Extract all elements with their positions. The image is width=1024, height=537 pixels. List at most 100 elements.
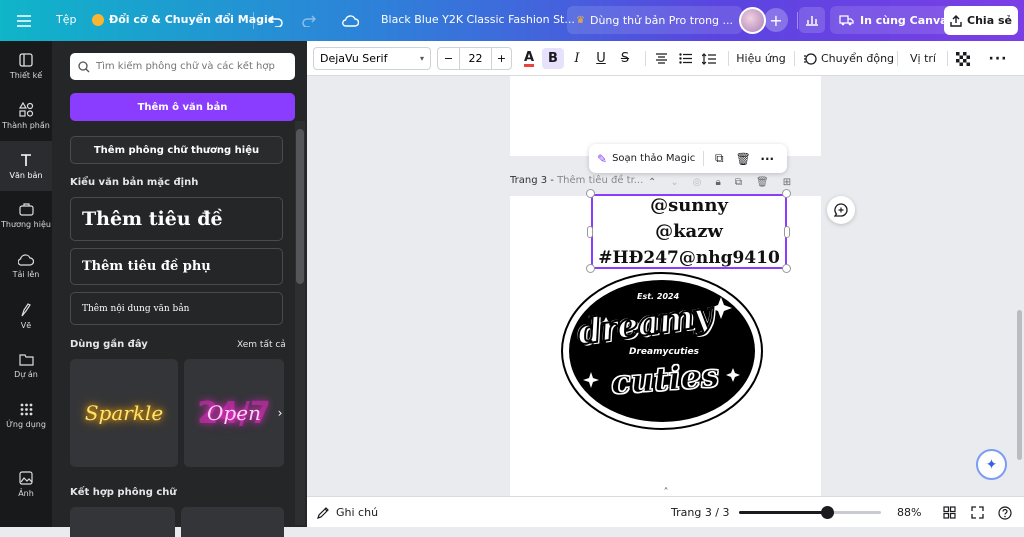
dreamy-cuties-logo[interactable]: Est. 2024 dreamy Dreamycuties cuties (561, 272, 763, 430)
position-button[interactable]: Vị trí (905, 41, 941, 76)
delete-element-button[interactable]: 🗑︎ (731, 152, 755, 166)
font-family-dropdown[interactable]: DejaVu Serif ▾ (313, 47, 431, 70)
add-collaborator-button[interactable]: + (764, 8, 788, 32)
font-search[interactable] (70, 53, 295, 80)
pro-trial-button[interactable]: ♛ Dùng thử bản Pro trong ... (567, 6, 743, 34)
resize-handle[interactable] (782, 189, 791, 198)
rail-item-design[interactable]: Thiết kế (0, 41, 52, 91)
notes-button[interactable]: Ghi chú (317, 497, 378, 528)
animate-button[interactable]: Chuyển động (803, 41, 894, 76)
recent-font-open[interactable]: 24/7 Open (184, 359, 284, 467)
add-heading-card[interactable]: Thêm tiêu đề (70, 197, 283, 241)
page-number-label: Trang 3 - (510, 175, 558, 186)
align-button[interactable] (650, 41, 672, 76)
rail-item-photos[interactable]: Ảnh (0, 459, 52, 509)
add-comment-button[interactable] (827, 196, 855, 224)
rail-item-apps[interactable]: Ứng dụng (0, 391, 52, 441)
transparency-button[interactable] (953, 41, 973, 76)
rail-item-elements[interactable]: Thành phần (0, 91, 52, 141)
text-color-button[interactable]: A (518, 41, 540, 76)
zoom-slider[interactable] (739, 506, 881, 519)
underline-icon: U (596, 51, 606, 66)
avatar[interactable] (739, 7, 766, 34)
cloud-save-button[interactable] (339, 11, 361, 31)
truck-icon (839, 14, 854, 25)
duplicate-element-button[interactable]: ⧉ (707, 151, 731, 166)
page-counter[interactable]: Trang 3 / 3 (671, 497, 730, 528)
canvas-scrollbar[interactable] (1017, 310, 1022, 460)
delete-page-icon[interactable]: 🗑︎ (756, 177, 769, 188)
divider (645, 51, 646, 66)
add-textbox-button[interactable]: Thêm ô văn bản (70, 93, 295, 121)
notes-icon (317, 507, 329, 519)
document-title[interactable]: Black Blue Y2K Classic Fashion St... (381, 13, 575, 26)
resize-handle[interactable] (586, 189, 595, 198)
strikethrough-button[interactable]: S (614, 41, 636, 76)
combo-thumb[interactable] (70, 507, 175, 537)
share-button[interactable]: Chia sẻ (944, 6, 1018, 35)
increase-size-button[interactable]: + (491, 48, 511, 69)
font-size-value[interactable]: 22 (460, 48, 491, 69)
add-page-icon[interactable]: ⊞ (783, 177, 791, 188)
rail-item-text[interactable]: Văn bản (0, 141, 52, 191)
bar-chart-icon (806, 16, 818, 26)
effects-button[interactable]: Hiệu ứng (735, 41, 787, 76)
fullscreen-button[interactable] (971, 497, 984, 528)
side-rail: Thiết kế Thành phần Văn bản Thương hiệu … (0, 41, 52, 527)
crown-icon (92, 13, 104, 26)
duplicate-page-icon[interactable]: ⧉ (735, 177, 742, 188)
add-subheading-card[interactable]: Thêm tiêu đề phụ (70, 248, 283, 285)
page-up-icon[interactable]: ⌃ (648, 177, 656, 188)
rail-item-projects[interactable]: Dự án (0, 341, 52, 391)
insights-button[interactable] (799, 7, 825, 33)
combo-thumb[interactable] (181, 507, 284, 537)
resize-handle[interactable] (784, 226, 790, 238)
decrease-size-button[interactable]: − (438, 48, 460, 69)
rail-item-draw[interactable]: Vẽ (0, 291, 52, 341)
italic-button[interactable]: I (566, 41, 588, 76)
crown-icon: ♛ (576, 14, 585, 26)
resize-handle[interactable] (587, 226, 593, 238)
spacing-button[interactable] (698, 41, 720, 76)
font-family-value: DejaVu Serif (320, 52, 388, 65)
underline-button[interactable]: U (590, 41, 612, 76)
rail-label: Thương hiệu (1, 220, 51, 229)
text-toolbar: DejaVu Serif ▾ − 22 + A B I U S Hiệu ứng… (307, 41, 1024, 76)
add-brand-font-button[interactable]: Thêm phông chữ thương hiệu (70, 136, 283, 164)
zoom-value[interactable]: 88% (897, 497, 921, 528)
hide-page-icon[interactable]: ◎ (693, 177, 702, 188)
help-button[interactable] (998, 497, 1012, 528)
page-down-icon[interactable]: ⌄ (670, 177, 678, 188)
undo-button[interactable] (266, 11, 286, 31)
expand-icon (971, 506, 984, 519)
bold-button[interactable]: B (542, 48, 564, 69)
add-body-card[interactable]: Thêm nội dung văn bản (70, 292, 283, 325)
zoom-slider-thumb[interactable] (821, 506, 835, 519)
magic-assistant-button[interactable]: ✦ (976, 449, 1007, 480)
resize-handle[interactable] (782, 264, 791, 273)
recent-font-sparkle[interactable]: Sparkle (70, 359, 178, 467)
magic-resize-button[interactable]: Đổi cỡ & Chuyển đổi Magic (92, 13, 274, 26)
redo-button[interactable] (299, 11, 319, 31)
print-button[interactable]: In cùng Canva (830, 6, 957, 34)
more-options-button[interactable]: ··· (987, 41, 1009, 76)
undo-icon (269, 15, 283, 27)
element-more-button[interactable]: ··· (755, 152, 779, 166)
list-button[interactable] (674, 41, 696, 76)
divider (703, 151, 705, 166)
page-title-input[interactable]: Thêm tiêu đề tr... (557, 175, 643, 186)
file-menu[interactable]: Tệp (56, 13, 76, 26)
rail-item-uploads[interactable]: Tải lên (0, 241, 52, 291)
panel-scrollbar[interactable] (296, 129, 304, 284)
rail-item-brand[interactable]: Thương hiệu (0, 191, 52, 241)
carousel-next-button[interactable]: › (272, 403, 288, 423)
font-search-input[interactable] (96, 61, 286, 72)
folder-icon (18, 354, 34, 366)
rail-label: Vẽ (20, 320, 32, 330)
grid-view-button[interactable] (943, 497, 956, 528)
see-all-link[interactable]: Xem tất cả (237, 340, 286, 350)
font-size-stepper[interactable]: − 22 + (437, 47, 512, 70)
lock-icon[interactable]: 🔒︎ (716, 177, 721, 188)
menu-button[interactable] (14, 12, 34, 30)
magic-write-button[interactable]: ✎ Soạn thảo Magic (589, 144, 703, 173)
